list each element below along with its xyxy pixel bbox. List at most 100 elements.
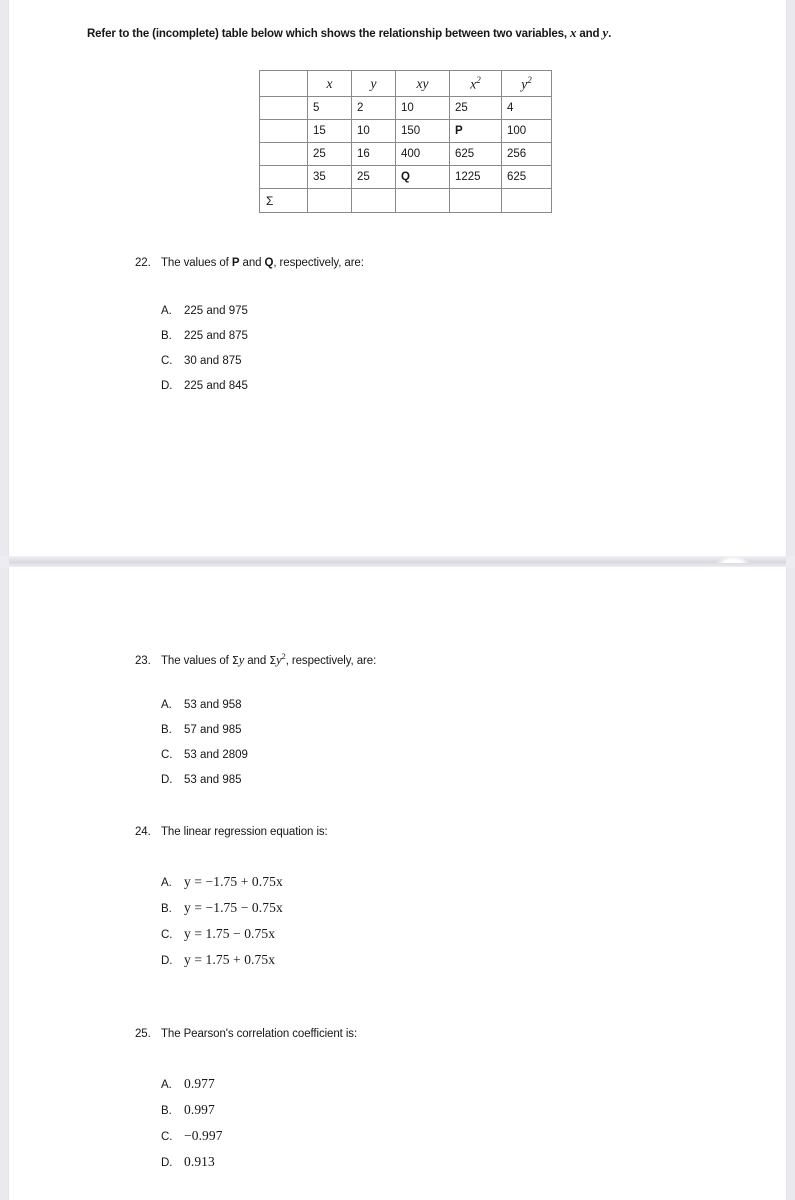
- question-24: 24. The linear regression equation is: A.…: [135, 826, 328, 967]
- option-c-letter: C.: [161, 1131, 173, 1143]
- option-c[interactable]: C. y = 1.75 − 0.75x: [161, 926, 283, 952]
- question-24-options: A. y = −1.75 + 0.75x B. y = −1.75 − 0.75x …: [161, 874, 283, 978]
- option-d-text: 0.913: [184, 1154, 215, 1169]
- data-table-container: x y xy x2 y2 5 2 10 25 4 15 10 150 P 100…: [259, 70, 552, 213]
- option-d[interactable]: D. y = 1.75 + 0.75x: [161, 952, 283, 978]
- question-23: 23. The values of Σy and Σy2, respectivel…: [135, 651, 377, 786]
- option-a-text: 225 and 975: [184, 305, 248, 317]
- option-c-letter: C.: [161, 749, 173, 761]
- option-b-text: 225 and 875: [184, 330, 248, 342]
- table-row: 35 25 Q 1225 625: [259, 165, 552, 189]
- option-b[interactable]: B. 0.997: [161, 1102, 223, 1128]
- header-base-x: x: [326, 75, 333, 91]
- table-header-y-squared: y2: [501, 70, 552, 97]
- option-b-letter: B.: [161, 330, 172, 342]
- cell-xy: 400: [395, 142, 450, 166]
- option-b[interactable]: B. 225 and 875: [161, 330, 248, 355]
- question-24-number: 24.: [135, 826, 151, 838]
- option-d-letter: D.: [161, 1157, 173, 1169]
- option-a[interactable]: A. 53 and 958: [161, 699, 248, 724]
- question-25: 25. The Pearson's correlation coefficient…: [135, 1028, 357, 1169]
- cell-y: 25: [351, 165, 396, 189]
- option-d[interactable]: D. 53 and 985: [161, 774, 248, 799]
- option-d-text: y = 1.75 + 0.75x: [184, 952, 276, 967]
- question-24-text: 24. The linear regression equation is:: [135, 826, 328, 838]
- option-a-letter: A.: [161, 699, 172, 711]
- cell-y-squared: 100: [501, 119, 552, 143]
- question-22-number: 22.: [135, 257, 151, 269]
- header-base-xy: xy: [416, 75, 429, 91]
- option-a-letter: A.: [161, 1079, 172, 1091]
- option-a[interactable]: A. 225 and 975: [161, 305, 248, 330]
- option-c[interactable]: C. −0.997: [161, 1128, 223, 1154]
- table-header: x y xy x2 y2: [259, 70, 552, 97]
- sum-cell-y: [351, 188, 396, 213]
- cell-xy-unknown-q: Q: [395, 165, 450, 189]
- cell-xy: 150: [395, 119, 450, 143]
- option-b-letter: B.: [161, 1105, 172, 1117]
- question-22-stem-c: , respectively, are:: [273, 257, 364, 269]
- option-b[interactable]: B. y = −1.75 − 0.75x: [161, 900, 283, 926]
- table-row: 25 16 400 625 256: [259, 142, 552, 166]
- table-header-xy: xy: [395, 70, 450, 97]
- sigma-icon: Σ: [231, 654, 239, 668]
- table-sum-row: Σ: [259, 188, 552, 213]
- question-23-number: 23.: [135, 655, 151, 668]
- option-a-text: 53 and 958: [184, 699, 242, 711]
- cell-x: 15: [307, 119, 352, 143]
- cell-y-squared: 625: [501, 165, 552, 189]
- cell-x-squared: 25: [449, 96, 502, 120]
- option-a[interactable]: A. 0.977: [161, 1076, 223, 1102]
- intro-text-mid: and: [576, 28, 603, 40]
- question-24-stem: The linear regression equation is:: [161, 826, 328, 838]
- option-d[interactable]: D. 0.913: [161, 1154, 223, 1180]
- option-a[interactable]: A. y = −1.75 + 0.75x: [161, 874, 283, 900]
- question-23-options: A. 53 and 958 B. 57 and 985 C. 53 and 2809 …: [161, 699, 248, 799]
- cell-y: 10: [351, 119, 396, 143]
- option-d-letter: D.: [161, 955, 173, 967]
- option-d-letter: D.: [161, 774, 173, 786]
- question-22-stem-a: The values of: [161, 257, 232, 269]
- option-d-text: 225 and 845: [184, 380, 248, 392]
- sum-cell-x-squared: [449, 188, 502, 213]
- option-d-text: 53 and 985: [184, 774, 242, 786]
- option-b[interactable]: B. 57 and 985: [161, 724, 248, 749]
- question-23-stem-c: , respectively, are:: [285, 655, 377, 668]
- option-c-letter: C.: [161, 355, 173, 367]
- table-header-y: y: [351, 70, 396, 97]
- question-22-stem-b: and: [239, 257, 265, 269]
- option-c[interactable]: C. 53 and 2809: [161, 749, 248, 774]
- option-d-letter: D.: [161, 380, 173, 392]
- document-viewer: Refer to the (incomplete) table below wh…: [0, 0, 795, 1200]
- table-body: 5 2 10 25 4 15 10 150 P 100 25 16 400 62…: [259, 96, 552, 213]
- question-22-text: 22. The values of P and Q, respectively, …: [135, 257, 364, 269]
- option-a-text: y = −1.75 + 0.75x: [184, 874, 283, 889]
- row-label: [259, 165, 308, 189]
- option-c-text: 30 and 875: [184, 355, 242, 367]
- table-row: 15 10 150 P 100: [259, 119, 552, 143]
- option-b-text: 57 and 985: [184, 724, 242, 736]
- cell-x-squared: 1225: [449, 165, 502, 189]
- option-c[interactable]: C. 30 and 875: [161, 355, 248, 380]
- option-a-letter: A.: [161, 877, 172, 889]
- intro-instruction: Refer to the (incomplete) table below wh…: [87, 25, 611, 41]
- option-b-letter: B.: [161, 903, 172, 915]
- sum-cell-xy: [395, 188, 450, 213]
- cell-x-squared-unknown-p: P: [449, 119, 502, 143]
- question-23-var-y-squared: y2: [276, 651, 286, 668]
- cell-y: 16: [351, 142, 396, 166]
- option-c-text: y = 1.75 − 0.75x: [184, 926, 276, 941]
- cell-x: 35: [307, 165, 352, 189]
- cell-y: 2: [351, 96, 396, 120]
- option-a-text: 0.977: [184, 1076, 215, 1091]
- cell-x-squared: 625: [449, 142, 502, 166]
- question-22-options: A. 225 and 975 B. 225 and 875 C. 30 and 875…: [161, 305, 248, 405]
- sum-cell-y-squared: [501, 188, 552, 213]
- option-d[interactable]: D. 225 and 845: [161, 380, 248, 405]
- header-base-y: y: [370, 75, 377, 91]
- intro-text-before: Refer to the (incomplete) table below wh…: [87, 28, 571, 40]
- sigma-label: Σ: [259, 188, 308, 213]
- row-label: [259, 142, 308, 166]
- table-header-x: x: [307, 70, 352, 97]
- intro-text-after: .: [608, 28, 612, 40]
